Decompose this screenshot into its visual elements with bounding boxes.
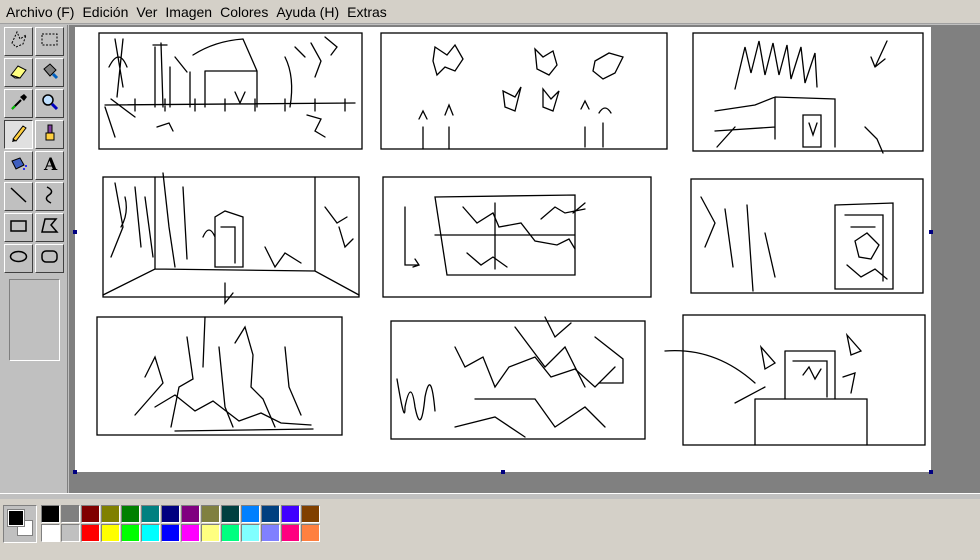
rectangle-tool-button[interactable] bbox=[4, 213, 33, 242]
menu-item-2[interactable]: Ver bbox=[134, 4, 163, 20]
color-swatch[interactable] bbox=[281, 524, 300, 542]
panel-1 bbox=[98, 32, 363, 150]
menu-item-3[interactable]: Imagen bbox=[163, 4, 218, 20]
color-swatch[interactable] bbox=[261, 524, 280, 542]
color-swatch[interactable] bbox=[41, 505, 60, 523]
panel-3 bbox=[692, 32, 924, 152]
resize-handle[interactable] bbox=[73, 230, 77, 234]
menu-item-1[interactable]: Edición bbox=[80, 4, 134, 20]
ellipse-tool-icon bbox=[8, 246, 29, 272]
panel-2 bbox=[380, 32, 668, 150]
toolbox: A bbox=[0, 25, 68, 493]
panel-8 bbox=[390, 320, 646, 440]
color-swatch[interactable] bbox=[141, 505, 160, 523]
color-picker-tool-icon bbox=[8, 91, 29, 117]
color-swatch[interactable] bbox=[241, 505, 260, 523]
color-swatch[interactable] bbox=[61, 524, 80, 542]
color-swatch[interactable] bbox=[41, 524, 60, 542]
color-swatch[interactable] bbox=[81, 505, 100, 523]
color-swatch[interactable] bbox=[221, 524, 240, 542]
svg-text:A: A bbox=[43, 155, 58, 174]
color-swatch[interactable] bbox=[81, 524, 100, 542]
pencil-tool-icon bbox=[8, 122, 29, 148]
line-tool-icon bbox=[8, 184, 29, 210]
rounded-rectangle-tool-button[interactable] bbox=[35, 244, 64, 273]
airbrush-tool-button[interactable] bbox=[4, 151, 33, 180]
color-swatch[interactable] bbox=[101, 524, 120, 542]
current-colors-box[interactable] bbox=[3, 505, 37, 543]
eraser-tool-icon bbox=[8, 60, 29, 86]
menu-bar: Archivo (F) Edición Ver Imagen Colores Ayuda … bbox=[0, 0, 980, 24]
color-swatch[interactable] bbox=[301, 505, 320, 523]
polygon-tool-icon bbox=[39, 215, 60, 241]
menu-item-6[interactable]: Extras bbox=[345, 4, 393, 20]
panel-6 bbox=[690, 178, 924, 294]
color-swatch[interactable] bbox=[301, 524, 320, 542]
color-swatch[interactable] bbox=[281, 505, 300, 523]
free-select-tool-button[interactable] bbox=[4, 27, 33, 56]
foreground-color-swatch[interactable] bbox=[7, 509, 25, 527]
panel-7 bbox=[96, 316, 343, 436]
curve-tool-button[interactable] bbox=[35, 182, 64, 211]
magnifier-tool-icon bbox=[39, 91, 60, 117]
rect-select-tool-icon bbox=[39, 29, 60, 55]
polygon-tool-button[interactable] bbox=[35, 213, 64, 242]
eraser-tool-button[interactable] bbox=[4, 58, 33, 87]
panel-9 bbox=[682, 314, 926, 446]
color-swatch[interactable] bbox=[201, 524, 220, 542]
magnifier-tool-button[interactable] bbox=[35, 89, 64, 118]
menu-item-4[interactable]: Colores bbox=[218, 4, 274, 20]
rounded-rectangle-tool-icon bbox=[39, 246, 60, 272]
fill-bucket-tool-icon bbox=[39, 60, 60, 86]
tool-grid: A bbox=[4, 27, 64, 273]
resize-handle[interactable] bbox=[929, 230, 933, 234]
color-palette-bar bbox=[0, 499, 980, 560]
color-swatch[interactable] bbox=[261, 505, 280, 523]
color-picker-tool-button[interactable] bbox=[4, 89, 33, 118]
fill-bucket-tool-button[interactable] bbox=[35, 58, 64, 87]
curve-tool-icon bbox=[39, 184, 60, 210]
text-tool-icon: A bbox=[39, 153, 60, 179]
ellipse-tool-button[interactable] bbox=[4, 244, 33, 273]
free-select-tool-icon bbox=[8, 29, 29, 55]
color-swatch[interactable] bbox=[181, 505, 200, 523]
brush-tool-icon bbox=[39, 122, 60, 148]
color-swatch[interactable] bbox=[221, 505, 240, 523]
color-swatch[interactable] bbox=[161, 505, 180, 523]
color-swatch[interactable] bbox=[101, 505, 120, 523]
canvas-workspace[interactable] bbox=[69, 25, 980, 493]
rect-select-tool-button[interactable] bbox=[35, 27, 64, 56]
brush-tool-button[interactable] bbox=[35, 120, 64, 149]
storyboard-drawing bbox=[96, 32, 926, 446]
color-swatch[interactable] bbox=[141, 524, 160, 542]
pencil-tool-button[interactable] bbox=[4, 120, 33, 149]
panel-5 bbox=[382, 176, 652, 298]
color-swatch[interactable] bbox=[201, 505, 220, 523]
resize-handle[interactable] bbox=[929, 470, 933, 474]
color-swatch[interactable] bbox=[161, 524, 180, 542]
airbrush-tool-icon bbox=[8, 153, 29, 179]
menu-item-0[interactable]: Archivo (F) bbox=[4, 4, 80, 20]
panel-4 bbox=[102, 176, 360, 298]
rectangle-tool-icon bbox=[8, 215, 29, 241]
color-swatch[interactable] bbox=[61, 505, 80, 523]
color-swatch[interactable] bbox=[121, 505, 140, 523]
color-swatch[interactable] bbox=[121, 524, 140, 542]
drawing-canvas[interactable] bbox=[75, 27, 931, 472]
resize-handle[interactable] bbox=[73, 470, 77, 474]
color-swatch[interactable] bbox=[241, 524, 260, 542]
tool-options-box[interactable] bbox=[9, 279, 60, 361]
menu-item-5[interactable]: Ayuda (H) bbox=[274, 4, 345, 20]
text-tool-button[interactable]: A bbox=[35, 151, 64, 180]
resize-handle[interactable] bbox=[501, 470, 505, 474]
color-swatch[interactable] bbox=[181, 524, 200, 542]
color-swatches bbox=[41, 505, 321, 543]
line-tool-button[interactable] bbox=[4, 182, 33, 211]
